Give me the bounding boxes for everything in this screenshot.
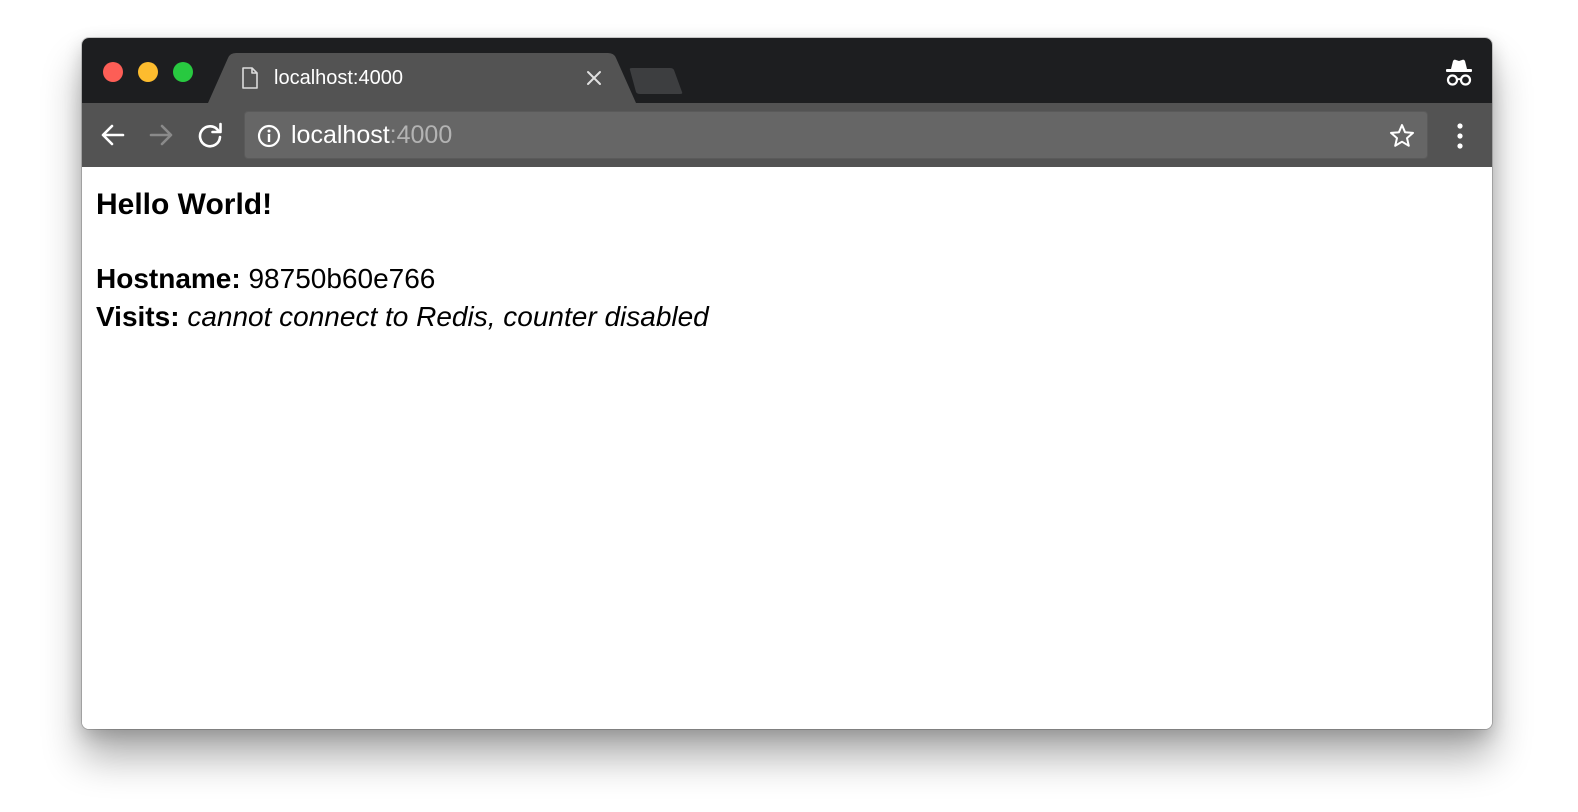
info-icon[interactable] bbox=[257, 124, 281, 148]
incognito-icon bbox=[1446, 59, 1472, 86]
new-tab-button[interactable] bbox=[626, 68, 684, 94]
kebab-menu-icon[interactable] bbox=[1448, 121, 1472, 151]
page-content: Hello World! Hostname: 98750b60e766 Visi… bbox=[82, 167, 1492, 729]
url-host: localhost bbox=[291, 121, 390, 149]
visits-label: Visits: bbox=[96, 301, 180, 332]
address-bar[interactable]: localhost:4000 bbox=[244, 111, 1428, 159]
tab-title: localhost:4000 bbox=[274, 67, 403, 89]
hostname-value: 98750b60e766 bbox=[248, 263, 436, 294]
page-heading: Hello World! bbox=[96, 188, 273, 221]
document-icon bbox=[242, 67, 258, 89]
hostname-line: Hostname: 98750b60e766 bbox=[96, 261, 435, 297]
browser-toolbar: localhost:4000 bbox=[82, 103, 1492, 167]
tab-strip: localhost:4000 bbox=[82, 38, 1492, 103]
close-icon[interactable] bbox=[586, 70, 602, 86]
browser-window: localhost:4000 localhost:4000 Hello Worl… bbox=[82, 38, 1492, 729]
hostname-label: Hostname: bbox=[96, 263, 241, 294]
visits-line: Visits: cannot connect to Redis, counter… bbox=[96, 299, 709, 335]
star-icon[interactable] bbox=[1388, 122, 1416, 150]
reload-icon[interactable] bbox=[196, 121, 224, 149]
url-text: localhost:4000 bbox=[291, 112, 452, 158]
arrow-left-icon[interactable] bbox=[99, 121, 127, 149]
visits-value: cannot connect to Redis, counter disable… bbox=[187, 301, 709, 332]
url-port: :4000 bbox=[389, 121, 453, 149]
arrow-right-icon[interactable] bbox=[147, 121, 175, 149]
